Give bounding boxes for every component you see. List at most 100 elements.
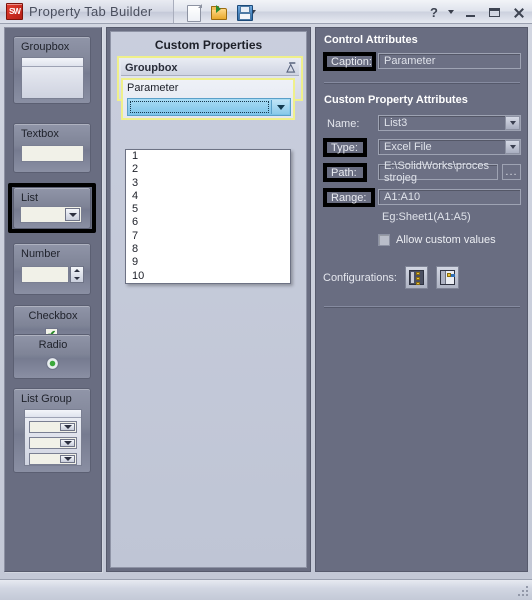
allow-custom-values-checkbox[interactable] [378, 234, 390, 246]
list-group-preview [24, 409, 82, 466]
canvas-panel: Custom Properties Groupbox △̅ Parameter [106, 27, 311, 572]
chevron-down-icon [60, 439, 75, 447]
palette-item-label: List Group [21, 393, 72, 405]
inspector-panel: Control Attributes Caption: Parameter Cu… [315, 27, 528, 572]
palette-item-label: Radio [14, 339, 92, 351]
minimize-icon [466, 15, 475, 17]
custom-property-attributes-title: Custom Property Attributes [324, 94, 468, 106]
canvas-list-control[interactable]: Parameter [121, 78, 295, 120]
allow-custom-values-label: Allow custom values [396, 234, 496, 246]
title-bar: SW Property Tab Builder ? [0, 0, 532, 24]
allow-custom-values-row[interactable]: Allow custom values [378, 234, 496, 246]
section-divider [324, 82, 520, 83]
radio-preview-icon [46, 357, 59, 370]
list-item[interactable]: 3 [126, 177, 290, 190]
list-item[interactable]: 8 [126, 243, 290, 256]
list-item[interactable]: 10 [126, 270, 290, 283]
range-field[interactable]: A1:A10 [378, 189, 521, 205]
list-combobox[interactable] [127, 98, 291, 116]
caption-label: Caption: [323, 52, 376, 71]
new-document-button[interactable] [185, 4, 202, 21]
open-document-button[interactable] [211, 4, 228, 21]
list-item[interactable]: 6 [126, 216, 290, 229]
palette-item-radio[interactable]: Radio [13, 334, 91, 379]
help-question-icon: ? [430, 5, 438, 20]
caption-field[interactable]: Parameter [378, 53, 521, 69]
maximize-button[interactable] [486, 4, 502, 20]
path-label: Path: [323, 163, 367, 182]
list-item[interactable]: 5 [126, 203, 290, 216]
window-controls: ? [426, 2, 526, 22]
save-document-button[interactable] [237, 4, 263, 21]
type-value: Excel File [384, 141, 432, 153]
browse-path-button[interactable]: ... [502, 164, 521, 180]
type-label: Type: [323, 138, 367, 157]
configurations-label: Configurations: [323, 272, 397, 284]
main-body: Groupbox Textbox List Number [0, 24, 532, 579]
property-tab-builder-window: SW Property Tab Builder ? [0, 0, 532, 600]
config-list-button[interactable] [405, 266, 428, 289]
window-title: Property Tab Builder [29, 4, 153, 19]
resize-grip-icon[interactable] [517, 585, 529, 597]
config-panel-button[interactable] [436, 266, 459, 289]
dropdown-list[interactable]: 1 2 3 4 5 6 7 8 9 10 [125, 149, 291, 284]
list-group-row [29, 453, 77, 465]
name-label: Name: [327, 118, 359, 130]
config-list-icon [409, 270, 424, 285]
palette-item-label: Textbox [21, 128, 59, 140]
floppy-disk-icon [237, 5, 252, 20]
help-dropdown-chevron-icon[interactable] [448, 10, 454, 14]
section-divider [324, 306, 520, 307]
palette-item-label: Checkbox [14, 310, 92, 322]
solidworks-logo-icon: SW [6, 3, 23, 20]
close-icon [513, 7, 524, 18]
chevron-up-icon[interactable]: △̅ [287, 64, 295, 72]
number-spinner-icon [70, 266, 84, 283]
range-label: Range: [323, 188, 375, 207]
list-item[interactable]: 4 [126, 190, 290, 203]
minimize-button[interactable] [462, 4, 478, 20]
control-attributes-title: Control Attributes [324, 34, 418, 46]
help-button[interactable]: ? [426, 4, 442, 20]
list-item[interactable]: 2 [126, 163, 290, 176]
status-bar [0, 579, 532, 600]
list-item[interactable]: 1 [126, 150, 290, 163]
config-panel-icon [440, 270, 455, 285]
list-preview [20, 206, 82, 223]
chevron-down-icon [60, 455, 75, 463]
title-bar-left: SW Property Tab Builder [0, 0, 174, 23]
palette-item-label: Number [21, 248, 60, 260]
palette-item-number[interactable]: Number [13, 243, 91, 295]
name-value: List3 [384, 117, 407, 129]
type-chevron-down-icon[interactable] [505, 140, 520, 154]
palette-item-groupbox[interactable]: Groupbox [13, 36, 91, 104]
range-hint: Eg:Sheet1(A1:A5) [382, 211, 471, 223]
path-field[interactable]: E:\SolidWorks\proces strojeg [378, 164, 498, 180]
textbox-preview [21, 145, 84, 162]
groupbox-header[interactable]: Groupbox △̅ [121, 60, 299, 76]
canvas-surface[interactable]: Custom Properties Groupbox △̅ Parameter [110, 31, 307, 568]
palette-item-list-group[interactable]: List Group [13, 388, 91, 473]
list-item[interactable]: 9 [126, 256, 290, 269]
chevron-down-icon [60, 423, 75, 431]
list-group-row [29, 437, 77, 449]
palette-item-label: List [21, 192, 38, 204]
palette-item-textbox[interactable]: Textbox [13, 123, 91, 173]
list-preview-chevron-icon [65, 208, 80, 221]
type-field[interactable]: Excel File [378, 139, 521, 155]
combobox-chevron-down-icon[interactable] [271, 100, 289, 114]
configurations-row: Configurations: [323, 266, 459, 289]
list-item[interactable]: 7 [126, 230, 290, 243]
canvas-title: Custom Properties [111, 38, 306, 52]
close-button[interactable] [510, 4, 526, 20]
open-folder-icon [211, 5, 228, 20]
palette-item-label: Groupbox [21, 41, 69, 53]
palette-item-list[interactable]: List [13, 187, 91, 229]
toolbar [185, 1, 263, 23]
maximize-icon [489, 8, 500, 17]
name-chevron-down-icon[interactable] [505, 116, 520, 130]
list-group-row [29, 421, 77, 433]
name-field[interactable]: List3 [378, 115, 521, 131]
control-caption-text: Parameter [127, 82, 178, 94]
focus-outline [130, 101, 269, 113]
